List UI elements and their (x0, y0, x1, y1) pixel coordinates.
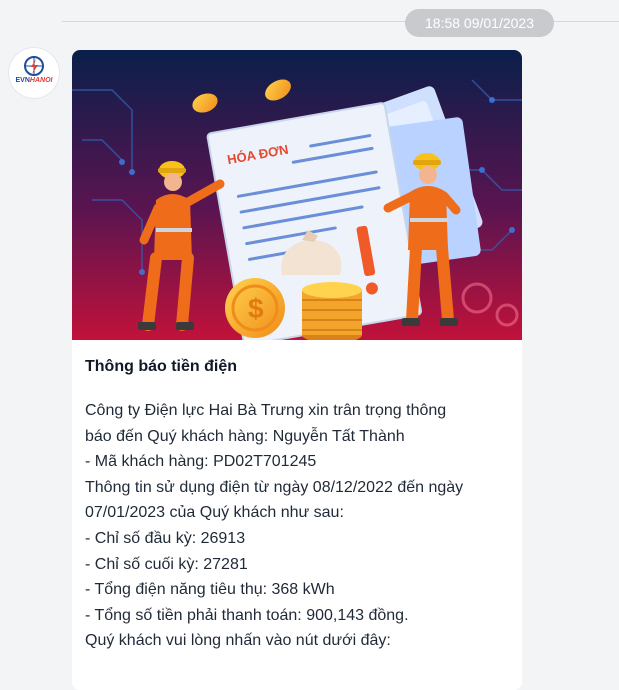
total-amount-line: - Tổng số tiền phải thanh toán: 900,143 … (85, 606, 409, 624)
logo-evn-text: EVN (15, 77, 30, 84)
total-consumption-line: - Tổng điện năng tiêu thụ: 368 kWh (85, 581, 335, 599)
message-body: Công ty Điện lực Hai Bà Trưng xin trân t… (85, 398, 515, 654)
start-reading-line: - Chỉ số đầu kỳ: 26913 (85, 529, 246, 547)
electricity-bill-banner-image: HÓA ĐƠN $ (72, 50, 522, 340)
message-line: báo đến Quý khách hàng: Nguyễn Tất Thành (85, 427, 405, 445)
sender-avatar[interactable]: EVNHANOI (9, 48, 59, 98)
message-line: 07/01/2023 của Quý khách như sau: (85, 504, 344, 522)
evn-hanoi-logo-icon (24, 56, 44, 76)
message-content: Thông báo tiền điện Công ty Điện lực Hai… (85, 340, 515, 654)
logo-city-text: HANOI (29, 77, 53, 84)
message-line: Thông tin sử dụng điện từ ngày 08/12/202… (85, 478, 464, 496)
customer-code-line: - Mã khách hàng: PD02T701245 (85, 453, 317, 471)
message-line: Công ty Điện lực Hai Bà Trưng xin trân t… (85, 402, 447, 419)
message-title: Thông báo tiền điện (85, 358, 237, 375)
message-timestamp: 18:58 09/01/2023 (405, 9, 554, 37)
message-line: Quý khách vui lòng nhấn vào nút dưới đây… (85, 632, 391, 650)
message-card[interactable]: HÓA ĐƠN $ Thông báo tiền điện Công ty Đi… (72, 50, 522, 690)
svg-text:$: $ (248, 293, 264, 324)
end-reading-line: - Chỉ số cuối kỳ: 27281 (85, 555, 248, 573)
logo-wordmark: EVNHANOI (9, 77, 59, 84)
